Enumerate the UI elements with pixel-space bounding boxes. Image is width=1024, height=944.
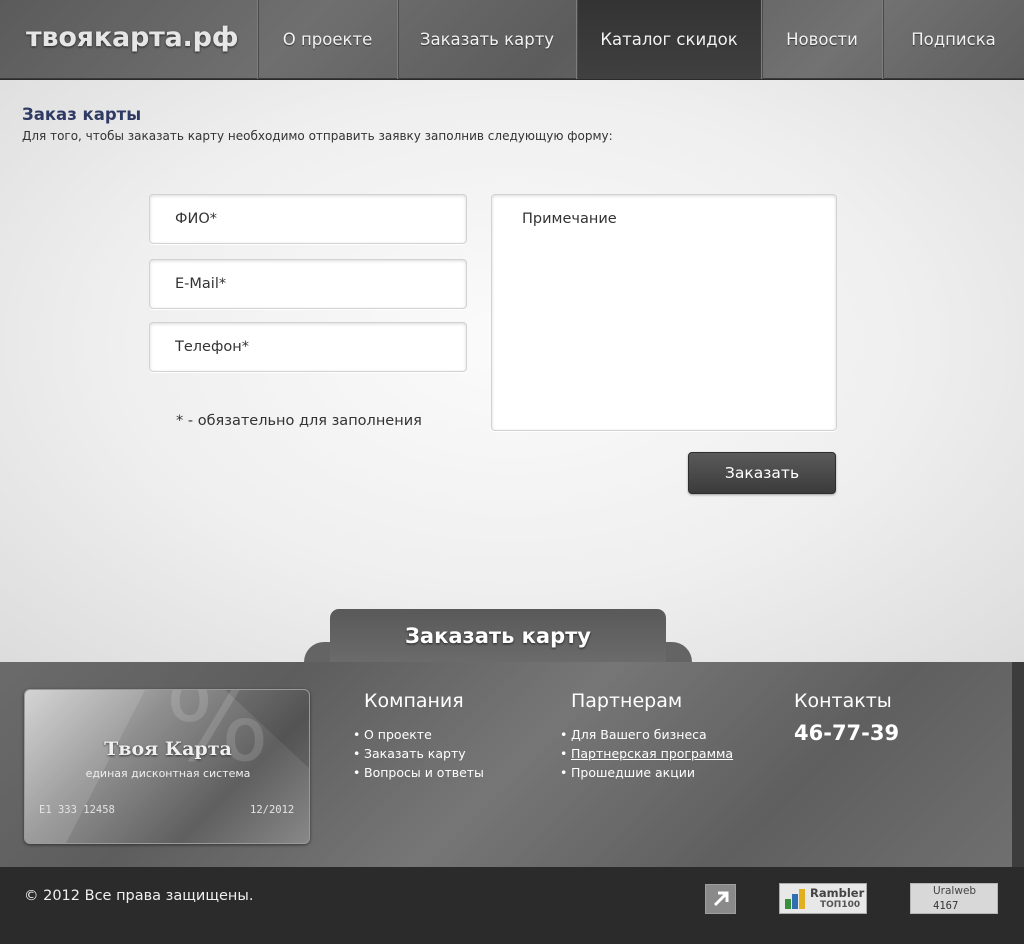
partners-link-business[interactable]: Для Вашего бизнеса — [560, 725, 733, 744]
card-title: Твоя Карта — [104, 738, 232, 760]
arrow-up-right-icon — [713, 891, 728, 907]
footer-partners: Партнерам Для Вашего бизнеса Партнерская… — [560, 690, 733, 782]
site-header: твоякарта.рф О проекте Заказать карту Ка… — [0, 0, 1024, 79]
site-footer: % Твоя Карта единая дисконтная система E… — [0, 662, 1024, 867]
phone-field[interactable] — [149, 322, 467, 372]
card-subtitle: единая дисконтная система — [85, 767, 251, 780]
email-field[interactable] — [149, 259, 467, 309]
bottom-bar: © 2012 Все права защищены. Rambler ТОП10… — [0, 867, 1024, 944]
nav-item-news[interactable]: Новости — [761, 0, 882, 79]
tab-wing-left — [304, 642, 332, 662]
company-heading: Компания — [364, 690, 464, 712]
name-field[interactable] — [149, 194, 467, 244]
discount-card-image: % Твоя Карта единая дисконтная система E… — [24, 689, 310, 844]
tab-wing-right — [664, 642, 692, 662]
uralweb-counter-badge[interactable]: Uralweb 4167 — [910, 883, 998, 914]
card-number: E1 333 12458 — [39, 804, 115, 816]
card-expiry: 12/2012 — [250, 804, 295, 816]
partners-link-program-label[interactable]: Партнерская программа — [571, 746, 733, 761]
rambler-logo-icon — [785, 889, 805, 909]
company-link-faq[interactable]: Вопросы и ответы — [353, 763, 484, 782]
partners-heading: Партнерам — [571, 690, 683, 712]
share-badge[interactable] — [705, 884, 736, 914]
nav-item-order-card[interactable]: Заказать карту — [397, 0, 576, 79]
main-nav: О проекте Заказать карту Каталог скидок … — [257, 0, 1024, 79]
submit-order-button[interactable]: Заказать — [688, 452, 836, 494]
order-card-tab[interactable]: Заказать карту — [330, 609, 666, 662]
rambler-line1: Rambler — [810, 886, 865, 900]
partners-link-program[interactable]: Партнерская программа — [560, 744, 733, 763]
copyright: © 2012 Все права защищены. — [24, 888, 254, 904]
nav-item-subscribe[interactable]: Подписка — [882, 0, 1024, 79]
contact-phone: 46-77-39 — [794, 721, 900, 745]
required-note: * - обязательно для заполнения — [176, 413, 422, 429]
main-content: Заказ карты Для того, чтобы заказать кар… — [0, 80, 1024, 662]
contacts-heading: Контакты — [794, 690, 892, 712]
page-description: Для того, чтобы заказать карту необходим… — [22, 129, 613, 143]
nav-item-discount-catalog[interactable]: Каталог скидок — [576, 0, 761, 79]
partners-link-past-promos[interactable]: Прошедшие акции — [560, 763, 733, 782]
rambler-line2: ТОП100 — [820, 900, 861, 910]
footer-edge — [1012, 662, 1024, 867]
company-link-order[interactable]: Заказать карту — [353, 744, 484, 763]
rambler-top100-badge[interactable]: Rambler ТОП100 — [779, 883, 867, 914]
note-field[interactable] — [491, 194, 837, 431]
footer-contacts: Контакты 46-77-39 — [794, 690, 899, 745]
site-logo[interactable]: твоякарта.рф — [26, 22, 239, 53]
page-title: Заказ карты — [22, 105, 142, 124]
footer-company: Компания О проекте Заказать карту Вопрос… — [353, 690, 484, 782]
uralweb-line2: 4167 — [933, 900, 959, 912]
uralweb-line1: Uralweb — [933, 885, 977, 897]
nav-item-about[interactable]: О проекте — [257, 0, 397, 79]
company-link-about[interactable]: О проекте — [353, 725, 484, 744]
